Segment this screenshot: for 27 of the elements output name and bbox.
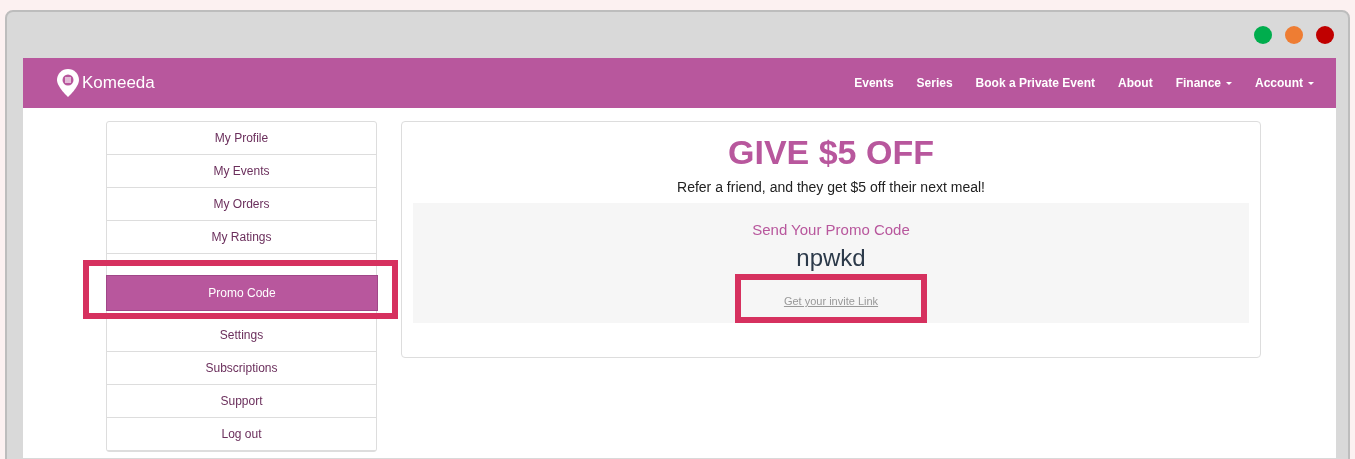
sidebar-item[interactable]: Subscriptions bbox=[107, 352, 376, 385]
sidebar-item[interactable]: Promo Code bbox=[106, 275, 378, 311]
map-pin-logo-icon bbox=[56, 68, 80, 98]
nav-link[interactable]: Series bbox=[916, 76, 953, 90]
sidebar-item[interactable]: Support bbox=[107, 385, 376, 418]
promo-title: GIVE $5 OFF bbox=[728, 134, 934, 172]
window-control[interactable] bbox=[1316, 26, 1334, 44]
caret-icon bbox=[1226, 81, 1232, 85]
nav-link[interactable]: Book a Private Event bbox=[975, 76, 1095, 90]
dropdown-menu[interactable]: Finance bbox=[1175, 76, 1232, 90]
sidebar-item[interactable]: My Profile bbox=[107, 122, 376, 155]
promo-code: npwkd bbox=[796, 244, 866, 273]
promo-description: Refer a friend, and they get $5 off their next meal! bbox=[677, 179, 985, 196]
dropdown-menu[interactable]: Account bbox=[1255, 76, 1314, 90]
sidebar-item[interactable]: My Ratings bbox=[107, 221, 376, 254]
nav-link[interactable]: About bbox=[1118, 76, 1153, 90]
caret-icon bbox=[1308, 81, 1314, 85]
sidebar-item[interactable]: Settings bbox=[107, 319, 376, 352]
invite-link[interactable]: Get your invite Link bbox=[783, 295, 879, 308]
sidebar-item[interactable]: Log out bbox=[107, 418, 376, 451]
window-control[interactable] bbox=[1254, 26, 1272, 44]
nav-link[interactable]: Events bbox=[854, 76, 894, 90]
brand-name[interactable]: Komeeda bbox=[82, 73, 155, 93]
panel-heading: Send Your Promo Code bbox=[752, 221, 910, 239]
sidebar-item[interactable]: My Events bbox=[107, 155, 376, 188]
sidebar-item[interactable]: My Orders bbox=[107, 188, 376, 221]
window-control[interactable] bbox=[1285, 26, 1303, 44]
